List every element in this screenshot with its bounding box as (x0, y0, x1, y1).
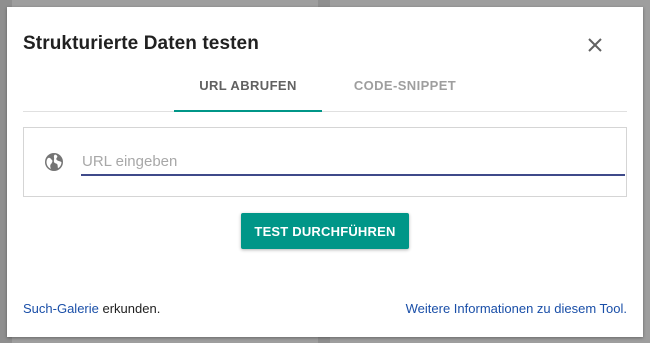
test-dialog: Strukturierte Daten testen URL ABRUFEN C… (7, 7, 643, 337)
dialog-title: Strukturierte Daten testen (23, 33, 259, 54)
tab-bar: URL ABRUFEN CODE-SNIPPET (23, 73, 627, 112)
footer-gallery: Such-Galerie erkunden. (23, 301, 160, 316)
url-input[interactable] (81, 148, 625, 176)
url-input-panel (23, 127, 627, 197)
gallery-suffix: erkunden. (98, 301, 161, 316)
info-link[interactable]: Weitere Informationen zu diesem Tool. (406, 301, 627, 316)
footer-info: Weitere Informationen zu diesem Tool. (406, 301, 627, 316)
close-icon[interactable] (583, 33, 607, 57)
gallery-link[interactable]: Such-Galerie (23, 301, 99, 316)
tab-code-snippet[interactable]: CODE-SNIPPET (330, 73, 480, 111)
run-test-button[interactable]: TEST DURCHFÜHREN (241, 213, 409, 249)
tab-url-abrufen[interactable]: URL ABRUFEN (174, 73, 322, 112)
globe-icon (44, 152, 64, 172)
